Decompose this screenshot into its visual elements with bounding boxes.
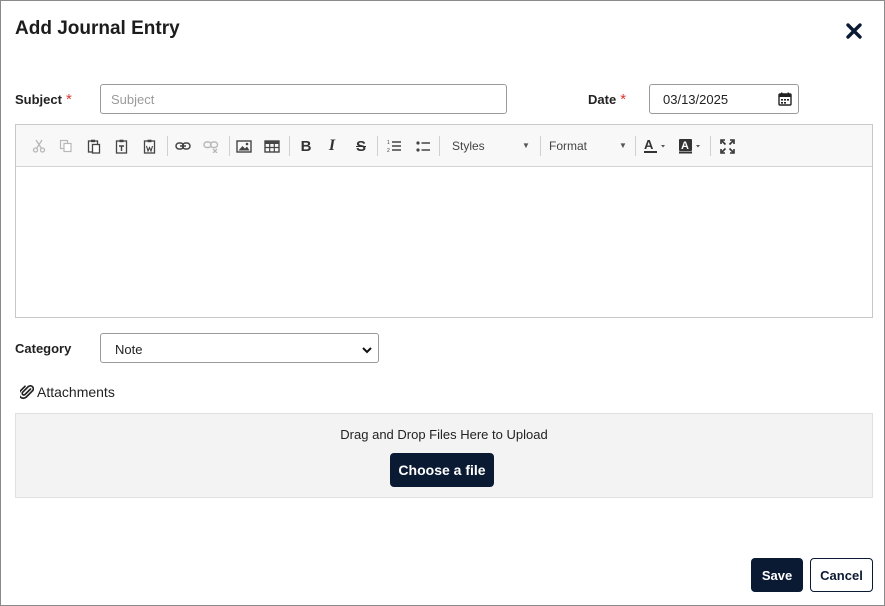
image-icon[interactable] <box>234 136 254 156</box>
save-button[interactable]: Save <box>751 558 803 592</box>
category-select[interactable]: Note <box>100 333 379 363</box>
background-color-icon[interactable]: A <box>677 136 705 156</box>
subject-input[interactable] <box>100 84 507 114</box>
toolbar-separator <box>540 136 541 156</box>
svg-text:1: 1 <box>387 140 390 146</box>
cut-icon[interactable] <box>29 136 49 156</box>
date-input[interactable]: 03/13/2025 <box>649 84 799 114</box>
unlink-icon[interactable] <box>201 136 221 156</box>
cancel-button[interactable]: Cancel <box>810 558 873 592</box>
styles-label: Styles <box>452 139 485 153</box>
styles-dropdown[interactable]: Styles ▼ <box>452 136 532 156</box>
date-label: Date * <box>588 91 626 108</box>
date-value: 03/13/2025 <box>663 92 729 107</box>
strikethrough-icon[interactable]: S <box>351 136 371 156</box>
toolbar-separator <box>289 136 290 156</box>
file-dropzone[interactable]: Drag and Drop Files Here to Upload Choos… <box>15 413 873 498</box>
svg-text:A: A <box>681 140 689 152</box>
format-dropdown[interactable]: Format ▼ <box>549 136 629 156</box>
table-icon[interactable] <box>262 136 282 156</box>
chevron-down-icon <box>361 343 373 355</box>
dialog-title: Add Journal Entry <box>15 18 180 39</box>
subject-label: Subject * <box>15 91 72 108</box>
dropzone-text: Drag and Drop Files Here to Upload <box>340 427 548 442</box>
subject-label-text: Subject <box>15 92 62 107</box>
text-color-icon[interactable]: A <box>642 136 670 156</box>
close-icon[interactable] <box>842 19 866 43</box>
toolbar-separator <box>377 136 378 156</box>
toolbar-separator <box>439 136 440 156</box>
paste-word-icon[interactable] <box>140 136 160 156</box>
toolbar-separator <box>710 136 711 156</box>
italic-icon[interactable]: I <box>322 136 342 156</box>
chevron-down-icon: ▼ <box>619 141 627 150</box>
chevron-down-icon: ▼ <box>522 141 530 150</box>
attachments-label: Attachments <box>37 384 115 400</box>
svg-text:A: A <box>644 138 654 152</box>
bulleted-list-icon[interactable] <box>413 136 433 156</box>
editor-content-area[interactable] <box>16 168 872 317</box>
bold-icon[interactable]: B <box>296 136 316 156</box>
svg-text:2: 2 <box>387 148 390 153</box>
paste-text-icon[interactable] <box>112 136 132 156</box>
paste-icon[interactable] <box>84 136 104 156</box>
paperclip-icon <box>18 384 35 400</box>
link-icon[interactable] <box>173 136 193 156</box>
toolbar-separator <box>635 136 636 156</box>
format-label: Format <box>549 139 588 153</box>
choose-file-button[interactable]: Choose a file <box>390 453 494 487</box>
attachments-heading: Attachments <box>18 384 115 400</box>
numbered-list-icon[interactable]: 12 <box>384 136 404 156</box>
maximize-icon[interactable] <box>717 136 737 156</box>
required-mark: * <box>65 91 72 108</box>
journal-entry-dialog: Add Journal Entry Subject* Date* 03/13/2… <box>0 0 885 606</box>
calendar-icon[interactable] <box>778 92 792 106</box>
rich-text-editor: B I S 12 Styles ▼ Format ▼ A A <box>15 124 873 318</box>
category-selected-value: Note <box>115 342 143 357</box>
required-mark: * <box>620 91 627 108</box>
copy-icon[interactable] <box>56 136 76 156</box>
date-label-text: Date <box>588 92 617 107</box>
editor-toolbar: B I S 12 Styles ▼ Format ▼ A A <box>16 125 872 167</box>
category-label: Category <box>15 341 72 356</box>
toolbar-separator <box>229 136 230 156</box>
toolbar-separator <box>167 136 168 156</box>
